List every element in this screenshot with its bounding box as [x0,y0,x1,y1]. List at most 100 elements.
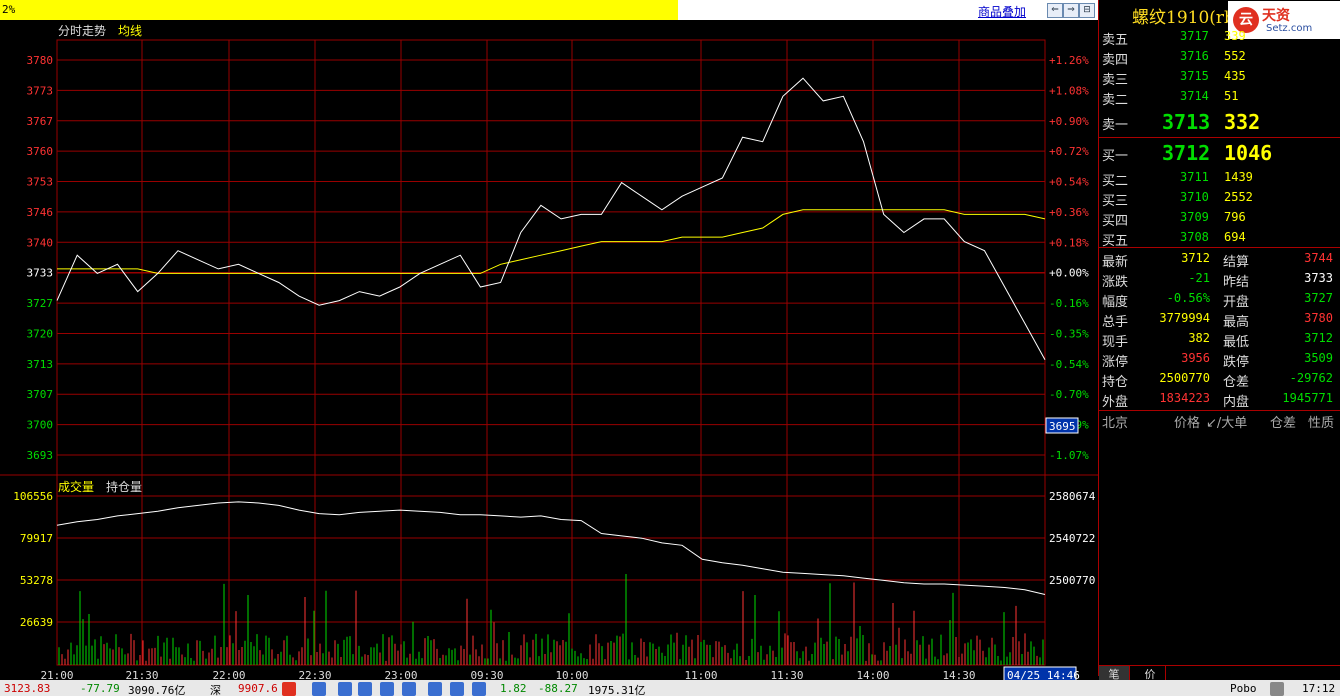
overlay-link[interactable]: 商品叠加 [978,3,1026,20]
price-legend-label: 分时走势 [58,24,106,38]
pct-tick-label: -0.54% [1049,358,1089,371]
quote-price: 3709 [1180,210,1209,224]
quote-volume: 435 [1224,69,1246,83]
cursor-time-label: 04/25 14:46 [1007,669,1080,680]
quote-volume: 552 [1224,49,1246,63]
stat-label: 涨跌 [1102,275,1129,290]
quote-volume: 796 [1224,210,1246,224]
stat-value: 3727 [1304,291,1333,305]
stat-row: 外盘 1834223 内盘 1945771 [1102,389,1338,410]
ask1-row: 卖一 3713 332 [1102,110,1338,134]
mic-icon[interactable] [380,682,394,696]
tick-col-type: 性质 [1308,416,1335,431]
stat-value: -21 [1188,271,1210,285]
stat-label: 最新 [1102,255,1129,270]
stat-row: 总手 3779994 最高 3780 [1102,309,1338,330]
emoji-icon[interactable] [358,682,372,696]
oi-tick-label: 2500770 [1049,574,1095,587]
nav-split-icon[interactable]: ⊟ [1079,3,1095,18]
tab-price[interactable]: 价 [1135,666,1166,681]
tick-header: 北京 价格 ↙/大单 仓差 性质 [1102,412,1338,432]
ime-icon[interactable] [282,682,296,696]
app-brand: Pobo [1230,682,1257,695]
price-tick-label: 3720 [27,327,54,340]
bid-row: 买二 3711 1439 [1102,168,1338,189]
skin-icon[interactable] [428,682,442,696]
stat-row: 最新 3712 结算 3744 [1102,249,1338,270]
nav-forward-icon[interactable]: ⇒ [1063,3,1079,18]
quote-price: 3714 [1180,89,1209,103]
price-tick-label: 3700 [27,419,54,432]
volume-tick-label: 79917 [20,532,53,545]
logo-name: 天资 [1262,8,1290,24]
quote-volume: 1439 [1224,170,1253,184]
price-tick-label: 3767 [27,115,54,128]
stat-label: 内盘 [1223,395,1250,410]
shirt-icon[interactable] [450,682,464,696]
stat-value: 3956 [1181,351,1210,365]
stat-label: 涨停 [1102,355,1129,370]
stat-value: 382 [1188,331,1210,345]
separator [1099,410,1340,411]
pct-tick-label: -0.70% [1049,388,1089,401]
tab-ticks[interactable]: 笔 [1099,666,1130,681]
stat-value: 3733 [1304,271,1333,285]
time-tick-label: 11:30 [770,669,803,680]
time-tick-label: 22:00 [212,669,245,680]
oi-legend-label: 持仓量 [106,479,142,494]
price-tick-label: 3693 [27,449,54,462]
sz-amount: 1975.31亿 [588,684,646,696]
quote-label: 卖一 [1102,118,1129,133]
quote-price: 3716 [1180,49,1209,63]
sz-change: 1.82 [500,682,527,695]
ask-row: 卖二 3714 51 [1102,87,1338,108]
avg-legend-label: 均线 [118,24,142,38]
quote-label: 买四 [1102,214,1129,229]
stat-label: 最低 [1223,335,1250,350]
sz-value: 9907.6 [238,682,278,695]
nav-back-icon[interactable]: ⇐ [1047,3,1063,18]
price-tick-label: 3760 [27,145,54,158]
stat-label: 幅度 [1102,295,1129,310]
time-tick-label: 09:30 [470,669,503,680]
stat-value: 3509 [1304,351,1333,365]
stat-row: 现手 382 最低 3712 [1102,329,1338,350]
stat-row: 涨停 3956 跌停 3509 [1102,349,1338,370]
bid-row: 买四 3709 796 [1102,208,1338,229]
ask-row: 卖四 3716 552 [1102,47,1338,68]
quote-volume: 51 [1224,89,1239,103]
intraday-chart[interactable]: 3780 +1.26% 3773 +1.08% 3767 +0.90% 3760 +0.72%… [0,20,1098,680]
progress-bar: 2% [0,0,678,20]
keyboard-icon[interactable] [312,682,326,696]
quote-volume: 332 [1224,110,1261,134]
stat-value: 3744 [1304,251,1333,265]
price-tick-label: 3740 [27,236,54,249]
grid-icon[interactable] [402,682,416,696]
price-tick-label: 3713 [27,358,54,371]
shenzhen-label: 深 [210,684,221,696]
quote-price: 3710 [1180,190,1209,204]
pct-tick-label: +0.36% [1049,206,1089,219]
ask-row: 卖五 3717 339 [1102,27,1338,48]
open-interest-line [56,501,1046,595]
panel-tabs: 笔 价 [1099,665,1340,681]
stat-label: 总手 [1102,315,1129,330]
time-tick-label: 21:00 [40,669,73,680]
progress-percent: 2% [2,3,16,16]
stat-row: 涨跌 -21 昨结 3733 [1102,269,1338,290]
index-change: -77.79 [80,682,120,695]
tick-col-oi: 仓差 [1270,416,1297,431]
stat-value: 1834223 [1159,391,1210,405]
quote-price: 3712 [1162,141,1211,165]
price-tick-label: 3780 [27,54,54,67]
apps-icon[interactable] [472,682,486,696]
volume-tick-label: 106556 [13,490,53,503]
quote-label: 卖三 [1102,73,1129,88]
stat-label: 仓差 [1223,375,1250,390]
pct-tick-label: +0.54% [1049,176,1089,189]
pct-tick-label: -0.35% [1049,327,1089,340]
punct-icon[interactable] [338,682,352,696]
time-tick-label: 14:00 [856,669,889,680]
sz-index-change: -88.27 [538,682,578,695]
time-tick-label: 22:30 [298,669,331,680]
